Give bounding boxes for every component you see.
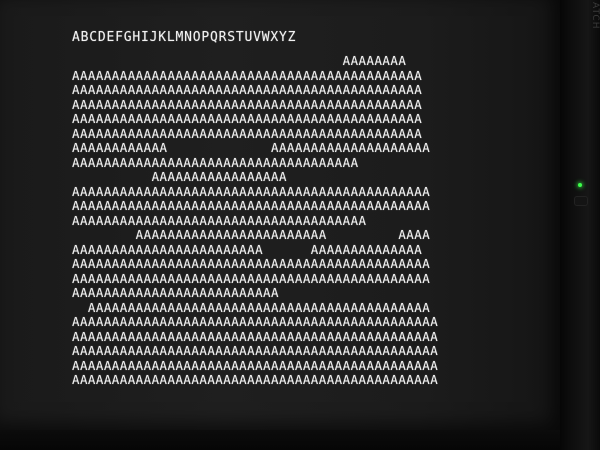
terminal-line: AAAAAAAAAAAAAAAAAAAAAAAAAAAAAAAAAAAAAAAA… <box>72 314 439 329</box>
terminal-line: AAAAAAAAAAAAAAAAAAAAAAAAAAAAAAAAAAAAAAAA… <box>72 357 439 373</box>
terminal-line: AAAAAAAAAAAAAAAAAAAAAAAAAAAAAAAAAAAAAAAA… <box>72 111 423 126</box>
terminal-line: AAAAAAAAAAAAAAAAAAAAAAAAAAAAAAAAAAAAAAAA… <box>72 256 431 271</box>
terminal-line: AAAAAAAAAAAAAAAAAAAAAAAAAAAAAAAAAAAA <box>72 154 359 170</box>
terminal-line: AAAAAAAAAAAAAAAAAAAAAAAAAAAAAAAAAAAAAAAA… <box>72 270 431 286</box>
terminal-line: AAAAAAAAAAAAAAAAAAAAAAAAAAAAAAAAAAAAAAAA… <box>72 372 439 387</box>
terminal-line: AAAAAAAAAAAAAAAAAAAAAAAAAAAAAAAAAAAAAAAA… <box>72 198 431 213</box>
terminal-line: AAAAAAAAAAAAAAAAAAAAAAAAAAAAAAAAAAAAAAAA… <box>72 299 431 315</box>
monitor-bezel-right <box>560 0 600 450</box>
terminal-line: AAAAAAAAAAAAAAAAAAAAAAAAAAAAAAAAAAAAAAAA… <box>72 82 423 97</box>
terminal-line: AAAAAAAAAAAAAAAAAAAAAAAAAAAAAAAAAAAAAAAA… <box>72 96 423 112</box>
monitor-bezel-bottom <box>0 430 560 450</box>
power-button[interactable] <box>574 196 588 206</box>
terminal-screen: ABCDEFGHIJKLMNOPQRSTUVWXYZ AAAAAAAA AAAA… <box>0 0 562 432</box>
terminal-line: AAAAAAAAAAAA AAAAAAAAAAAAAAAAAAAA <box>72 140 431 155</box>
terminal-line: AAAAAAAAAAAAAAAAAAAAAAAAAAAAAAAAAAAAA <box>72 212 367 228</box>
terminal-line: AAAAAAAAAAAAAAAAAAAAAAAA AAAAAAAAAAAAAA <box>72 241 423 257</box>
monitor-brand-label: ATCH <box>590 2 600 30</box>
monitor-photo: ABCDEFGHIJKLMNOPQRSTUVWXYZ AAAAAAAA AAAA… <box>0 0 600 450</box>
terminal-line: AAAAAAAAAAAAAAAAAAAAAAAAAAAAAAAAAAAAAAAA… <box>72 125 423 141</box>
alphabet-header: ABCDEFGHIJKLMNOPQRSTUVWXYZ <box>72 30 297 45</box>
terminal-output: ABCDEFGHIJKLMNOPQRSTUVWXYZ AAAAAAAA AAAA… <box>72 26 532 388</box>
terminal-line: AAAAAAAAAAAAAAAAAAAAAAAA AAAA <box>72 227 431 242</box>
power-led-icon <box>578 183 582 187</box>
terminal-line: AAAAAAAAAAAAAAAAAAAAAAAAAAAAAAAAAAAAAAAA… <box>72 328 439 344</box>
terminal-line: AAAAAAAAAAAAAAAAAAAAAAAAAAAAAAAAAAAAAAAA… <box>72 343 439 358</box>
terminal-line: AAAAAAAAAAAAAAAAAAAAAAAAAAAAAAAAAAAAAAAA… <box>72 183 431 199</box>
terminal-line: AAAAAAAAAAAAAAAAAAAAAAAAAA <box>72 285 279 300</box>
terminal-line: AAAAAAAA <box>72 53 407 68</box>
terminal-line: AAAAAAAAAAAAAAAAA <box>72 169 287 184</box>
terminal-line: AAAAAAAAAAAAAAAAAAAAAAAAAAAAAAAAAAAAAAAA… <box>72 67 423 83</box>
